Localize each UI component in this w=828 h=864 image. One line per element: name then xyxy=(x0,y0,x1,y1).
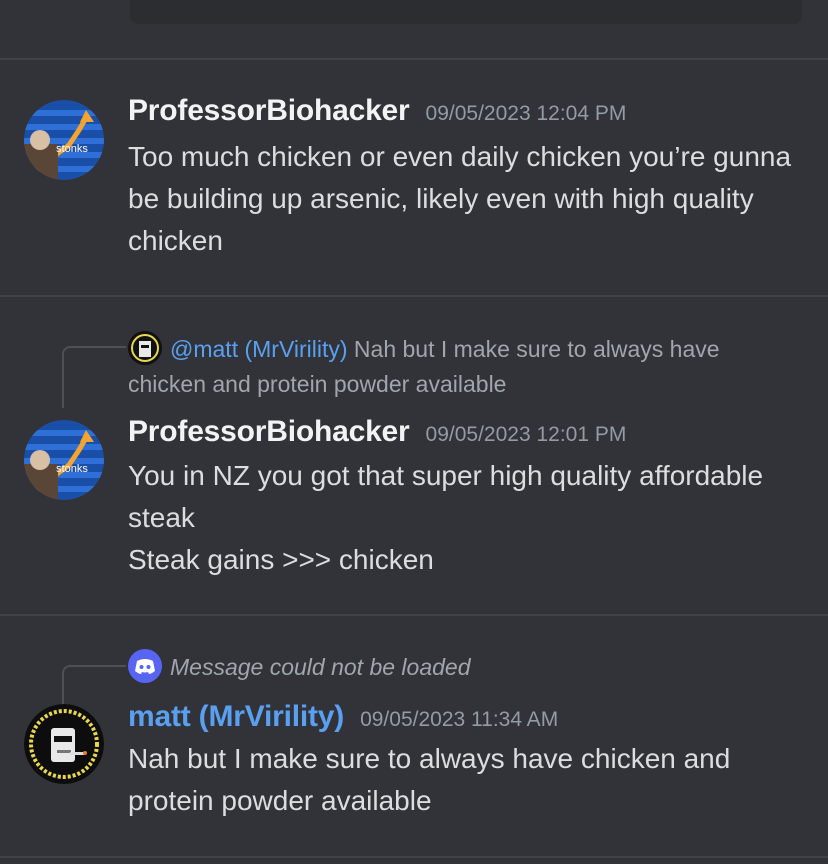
message-line: You in NZ you got that super high qualit… xyxy=(128,460,764,533)
author-name[interactable]: ProfessorBiohacker xyxy=(128,415,410,448)
reply-preview[interactable]: @matt (MrVirility) Nah but I make sure t… xyxy=(128,331,778,402)
message-line: Nah but I make sure to always have chick… xyxy=(128,743,731,816)
message-line: Steak gains >>> chicken xyxy=(128,544,434,575)
reply-preview[interactable]: Message could not be loaded xyxy=(128,649,778,685)
message-content: Nah but I make sure to always have chick… xyxy=(128,738,808,822)
svg-text:stonks: stonks xyxy=(56,463,88,475)
timestamp: 09/05/2023 12:01 PM xyxy=(425,423,627,446)
matt-avatar[interactable] xyxy=(24,704,104,784)
message-3[interactable]: Message could not be loaded matt (MrViri… xyxy=(0,616,828,864)
stonks-avatar[interactable]: stonks xyxy=(24,420,104,500)
reply-connector xyxy=(62,346,126,408)
reply-connector xyxy=(62,665,126,707)
message-2[interactable]: @matt (MrVirility) Nah but I make sure t… xyxy=(0,297,828,615)
author-name[interactable]: matt (MrVirility) xyxy=(128,700,344,733)
svg-text:stonks: stonks xyxy=(56,143,88,155)
message-divider xyxy=(0,856,828,858)
message-line: Too much chicken or even daily chicken y… xyxy=(128,141,792,256)
timestamp: 09/05/2023 12:04 PM xyxy=(425,102,627,125)
discord-icon xyxy=(128,649,162,683)
message-content: You in NZ you got that super high qualit… xyxy=(128,455,808,581)
reply-mention[interactable]: @matt (MrVirility) xyxy=(170,336,348,362)
matt-avatar-small-icon xyxy=(128,331,162,365)
message-content: Too much chicken or even daily chicken y… xyxy=(128,136,808,262)
stonks-avatar[interactable]: stonks xyxy=(24,100,104,180)
reply-text: Message could not be loaded xyxy=(170,654,471,680)
timestamp: 09/05/2023 11:34 AM xyxy=(360,708,559,731)
previous-embed xyxy=(130,0,802,24)
message-1[interactable]: stonks ProfessorBiohacker 09/05/2023 12:0… xyxy=(0,58,828,296)
author-name[interactable]: ProfessorBiohacker xyxy=(128,94,410,127)
